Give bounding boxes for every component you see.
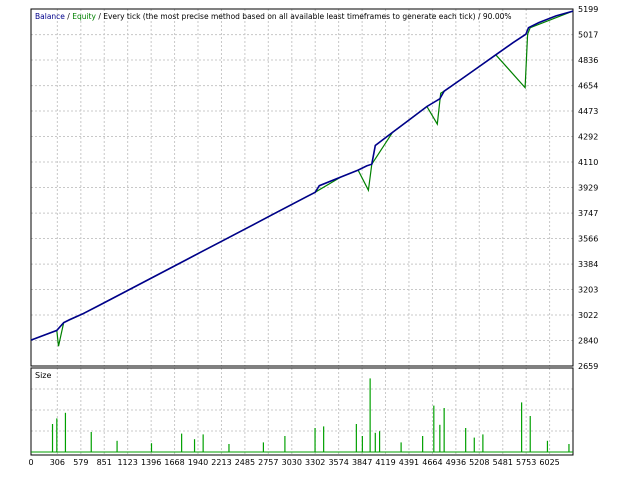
x-tick-label: 2485 bbox=[235, 458, 255, 467]
y-tick-label: 3747 bbox=[578, 209, 598, 218]
y-tick-label: 4292 bbox=[578, 132, 598, 141]
x-tick-label: 4664 bbox=[422, 458, 442, 467]
x-tick-label: 4391 bbox=[399, 458, 419, 467]
y-tick-label: 3203 bbox=[578, 286, 598, 295]
y-tick-label: 4836 bbox=[578, 56, 598, 65]
strategy-tester-chart: 2659 2840 3022 3203 3384 3566 3747 3929 4110 4292… bbox=[0, 0, 640, 480]
y-tick-label: 4473 bbox=[578, 107, 598, 116]
x-tick-label: 1396 bbox=[141, 458, 161, 467]
y-tick-label: 5017 bbox=[578, 31, 598, 40]
x-tick-label: 5481 bbox=[493, 458, 513, 467]
x-tick-label: 1940 bbox=[188, 458, 208, 467]
y-tick-label: 3384 bbox=[578, 260, 598, 269]
x-tick-label: 3574 bbox=[328, 458, 348, 467]
x-tick-label: 5208 bbox=[469, 458, 489, 467]
legend-sep-1: / bbox=[65, 12, 72, 21]
x-tick-label: 5753 bbox=[516, 458, 536, 467]
y-tick-label: 2659 bbox=[578, 362, 598, 371]
x-tick-label: 306 bbox=[50, 458, 65, 467]
x-tick-label: 1668 bbox=[164, 458, 184, 467]
x-tick-label: 3030 bbox=[282, 458, 302, 467]
y-tick-label: 2840 bbox=[578, 337, 598, 346]
y-tick-label: 3929 bbox=[578, 184, 598, 193]
legend-quality: 90.00% bbox=[483, 12, 512, 21]
legend: Balance / Equity / Every tick (the most … bbox=[35, 12, 512, 21]
legend-description: Every tick (the most precise method base… bbox=[103, 12, 475, 21]
x-tick-label: 6025 bbox=[539, 458, 559, 467]
x-tick-label: 4936 bbox=[446, 458, 466, 467]
x-tick-label: 3302 bbox=[305, 458, 325, 467]
legend-equity: Equity bbox=[72, 12, 96, 21]
legend-sep-2: / bbox=[96, 12, 103, 21]
y-tick-label: 3022 bbox=[578, 311, 598, 320]
size-title: Size bbox=[35, 371, 52, 380]
y-tick-label: 4654 bbox=[578, 82, 598, 91]
x-tick-label: 851 bbox=[97, 458, 112, 467]
x-tick-label: 2213 bbox=[211, 458, 231, 467]
x-tick-label: 2757 bbox=[258, 458, 278, 467]
x-tick-label: 3847 bbox=[352, 458, 372, 467]
x-tick-label: 1123 bbox=[117, 458, 137, 467]
y-axis-tick-labels: 2659 2840 3022 3203 3384 3566 3747 3929 4110 4292… bbox=[578, 5, 598, 371]
legend-balance: Balance bbox=[35, 12, 65, 21]
y-tick-label: 3566 bbox=[578, 235, 598, 244]
x-tick-label: 579 bbox=[73, 458, 88, 467]
y-tick-label: 4110 bbox=[578, 158, 598, 167]
x-tick-label: 4119 bbox=[375, 458, 395, 467]
x-tick-label: 0 bbox=[28, 458, 33, 467]
x-axis-tick-labels: 0 306 579 851 1123 1396 1668 1940 2213 2485 2757 30… bbox=[28, 458, 559, 467]
legend-sep-3: / bbox=[476, 12, 483, 21]
y-tick-label: 5199 bbox=[578, 5, 598, 14]
